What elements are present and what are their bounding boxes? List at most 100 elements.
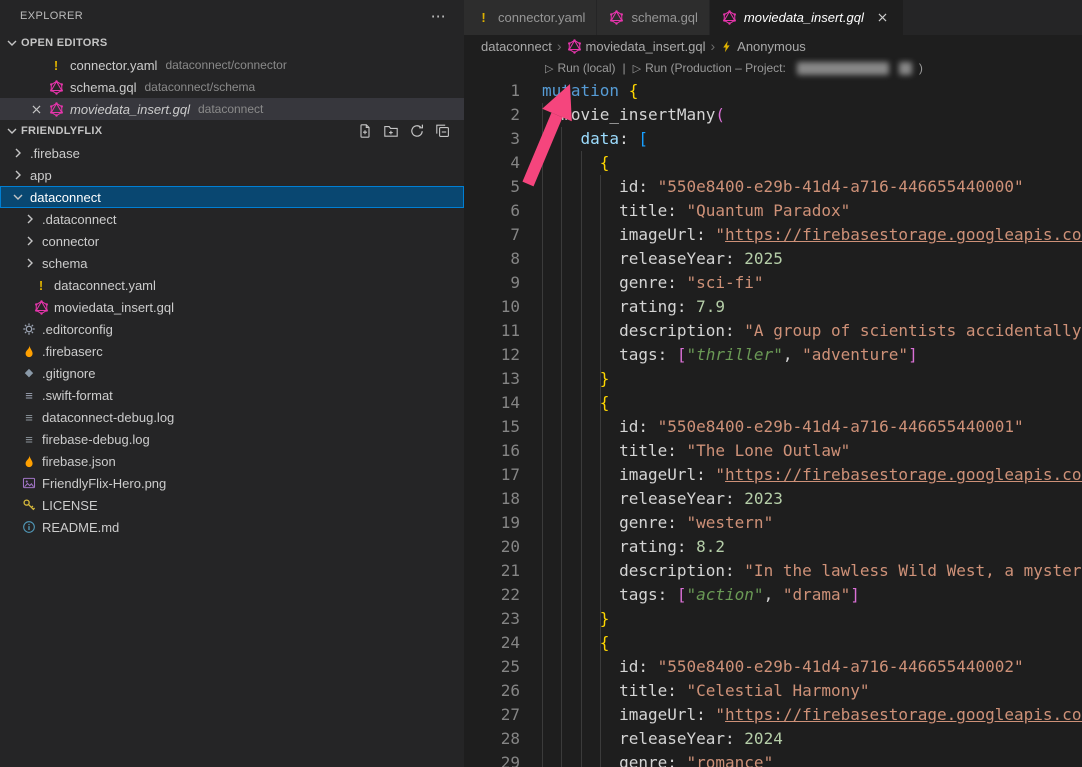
chevron-down-icon xyxy=(3,35,21,51)
new-folder-button[interactable] xyxy=(382,122,400,140)
code-line-20[interactable]: 20 rating: 8.2 xyxy=(464,535,1082,559)
project-header[interactable]: FRIENDLYFLIX xyxy=(0,120,464,142)
tree-file-.firebaserc[interactable]: .firebaserc xyxy=(0,340,464,362)
code-line-4[interactable]: 4 { xyxy=(464,151,1082,175)
editor-group: !connector.yamlschema.gqlmoviedata_inser… xyxy=(464,0,1082,767)
open-editor-schema.gql[interactable]: schema.gqldataconnect/schema xyxy=(0,76,464,98)
line-number: 18 xyxy=(464,487,520,511)
file-tree: .firebaseappdataconnect .dataconnect conne… xyxy=(0,142,464,538)
chevron-right-icon xyxy=(10,145,26,161)
tab-schema.gql[interactable]: schema.gql xyxy=(597,0,709,35)
tree-folder-schema[interactable]: schema xyxy=(0,252,464,274)
tree-file-moviedata_insert.gql[interactable]: moviedata_insert.gql xyxy=(0,296,464,318)
code-line-26[interactable]: 26 title: "Celestial Harmony" xyxy=(464,679,1082,703)
tree-file-FriendlyFlix-Hero.png[interactable]: FriendlyFlix-Hero.png xyxy=(0,472,464,494)
explorer-more-icon[interactable]: ⋯ xyxy=(431,9,446,24)
tree-file-dataconnect-debug.log[interactable]: ≡dataconnect-debug.log xyxy=(0,406,464,428)
firebase-icon xyxy=(20,344,38,358)
code-line-3[interactable]: 3 data: [ xyxy=(464,127,1082,151)
code-line-2[interactable]: 2 movie_insertMany( xyxy=(464,103,1082,127)
line-number: 7 xyxy=(464,223,520,247)
code-line-9[interactable]: 9 genre: "sci-fi" xyxy=(464,271,1082,295)
code-line-8[interactable]: 8 releaseYear: 2025 xyxy=(464,247,1082,271)
code-line-21[interactable]: 21 description: "In the lawless Wild Wes… xyxy=(464,559,1082,583)
tree-file-dataconnect.yaml[interactable]: !dataconnect.yaml xyxy=(0,274,464,296)
close-icon[interactable] xyxy=(874,10,892,25)
run-local-link[interactable]: ▷Run (local) xyxy=(545,61,616,75)
line-number: 1 xyxy=(464,79,520,103)
tree-folder-.firebase[interactable]: .firebase xyxy=(0,142,464,164)
tree-file-firebase-debug.log[interactable]: ≡firebase-debug.log xyxy=(0,428,464,450)
open-editor-moviedata_insert.gql[interactable]: moviedata_insert.gqldataconnect xyxy=(0,98,464,120)
line-number: 27 xyxy=(464,703,520,727)
file-path: dataconnect/connector xyxy=(165,58,286,72)
chevron-down-icon xyxy=(3,123,21,139)
line-number: 20 xyxy=(464,535,520,559)
code-line-5[interactable]: 5 id: "550e8400-e29b-41d4-a716-446655440… xyxy=(464,175,1082,199)
file-name: dataconnect.yaml xyxy=(54,278,156,293)
tree-folder-dataconnect[interactable]: dataconnect xyxy=(0,186,464,208)
code-line-24[interactable]: 24 { xyxy=(464,631,1082,655)
code-line-7[interactable]: 7 imageUrl: "https://firebasestorage.goo… xyxy=(464,223,1082,247)
code-line-18[interactable]: 18 releaseYear: 2023 xyxy=(464,487,1082,511)
code-line-10[interactable]: 10 rating: 7.9 xyxy=(464,295,1082,319)
close-icon[interactable] xyxy=(26,102,46,117)
code-line-23[interactable]: 23 } xyxy=(464,607,1082,631)
run-production-link[interactable]: ▷Run (Production – Project:) xyxy=(633,61,923,75)
code-line-1[interactable]: 1mutation { xyxy=(464,79,1082,103)
code-line-17[interactable]: 17 imageUrl: "https://firebasestorage.go… xyxy=(464,463,1082,487)
play-icon: ▷ xyxy=(545,61,553,75)
warning-icon: ! xyxy=(475,11,492,24)
code-line-6[interactable]: 6 title: "Quantum Paradox" xyxy=(464,199,1082,223)
tree-file-README.md[interactable]: README.md xyxy=(0,516,464,538)
line-number: 28 xyxy=(464,727,520,751)
code-line-16[interactable]: 16 title: "The Lone Outlaw" xyxy=(464,439,1082,463)
breadcrumb-item-Anonymous[interactable]: Anonymous xyxy=(720,39,806,54)
vscode-window: EXPLORER ⋯ OPEN EDITORS !connector.yamld… xyxy=(0,0,1082,767)
info-icon xyxy=(20,520,38,534)
explorer-header: EXPLORER ⋯ xyxy=(0,0,464,32)
tree-file-LICENSE[interactable]: LICENSE xyxy=(0,494,464,516)
folder-name: .dataconnect xyxy=(42,212,116,227)
run-production-label: Run (Production – Project: xyxy=(645,61,786,75)
new-file-button[interactable] xyxy=(356,122,374,140)
code-line-27[interactable]: 27 imageUrl: "https://firebasestorage.go… xyxy=(464,703,1082,727)
breadcrumb-item-moviedata_insert.gql[interactable]: moviedata_insert.gql xyxy=(567,39,706,54)
code-line-19[interactable]: 19 genre: "western" xyxy=(464,511,1082,535)
code-line-13[interactable]: 13 } xyxy=(464,367,1082,391)
code-line-15[interactable]: 15 id: "550e8400-e29b-41d4-a716-44665544… xyxy=(464,415,1082,439)
line-number: 26 xyxy=(464,679,520,703)
code-line-14[interactable]: 14 { xyxy=(464,391,1082,415)
file-name: moviedata_insert.gql xyxy=(54,300,174,315)
gear-icon xyxy=(20,322,38,336)
codelens-separator: | xyxy=(623,61,626,75)
code-line-25[interactable]: 25 id: "550e8400-e29b-41d4-a716-44665544… xyxy=(464,655,1082,679)
explorer-title: EXPLORER xyxy=(20,10,83,22)
open-editors-header[interactable]: OPEN EDITORS xyxy=(0,32,464,54)
tree-folder-.dataconnect[interactable]: .dataconnect xyxy=(0,208,464,230)
line-number: 3 xyxy=(464,127,520,151)
explorer-toolbar xyxy=(356,122,464,140)
chevron-down-icon xyxy=(10,189,26,205)
tree-file-.editorconfig[interactable]: .editorconfig xyxy=(0,318,464,340)
codelens-row: ▷Run (local) | ▷Run (Production – Projec… xyxy=(464,57,1082,79)
tree-file-.gitignore[interactable]: ◆.gitignore xyxy=(0,362,464,384)
tab-moviedata_insert.gql[interactable]: moviedata_insert.gql xyxy=(710,0,904,35)
tab-connector.yaml[interactable]: !connector.yaml xyxy=(464,0,597,35)
line-number: 5 xyxy=(464,175,520,199)
tree-folder-connector[interactable]: connector xyxy=(0,230,464,252)
tree-file-firebase.json[interactable]: firebase.json xyxy=(0,450,464,472)
code-line-11[interactable]: 11 description: "A group of scientists a… xyxy=(464,319,1082,343)
code-line-12[interactable]: 12 tags: ["thriller", "adventure"] xyxy=(464,343,1082,367)
code-line-29[interactable]: 29 genre: "romance" xyxy=(464,751,1082,767)
refresh-button[interactable] xyxy=(408,122,426,140)
breadcrumb-item-dataconnect[interactable]: dataconnect xyxy=(481,39,552,54)
tree-file-.swift-format[interactable]: ≡.swift-format xyxy=(0,384,464,406)
open-editor-connector.yaml[interactable]: !connector.yamldataconnect/connector xyxy=(0,54,464,76)
code-line-28[interactable]: 28 releaseYear: 2024 xyxy=(464,727,1082,751)
code-line-22[interactable]: 22 tags: ["action", "drama"] xyxy=(464,583,1082,607)
collapse-all-button[interactable] xyxy=(434,122,452,140)
editor-pane: ▷Run (local) | ▷Run (Production – Projec… xyxy=(464,57,1082,767)
tree-folder-app[interactable]: app xyxy=(0,164,464,186)
line-number: 14 xyxy=(464,391,520,415)
